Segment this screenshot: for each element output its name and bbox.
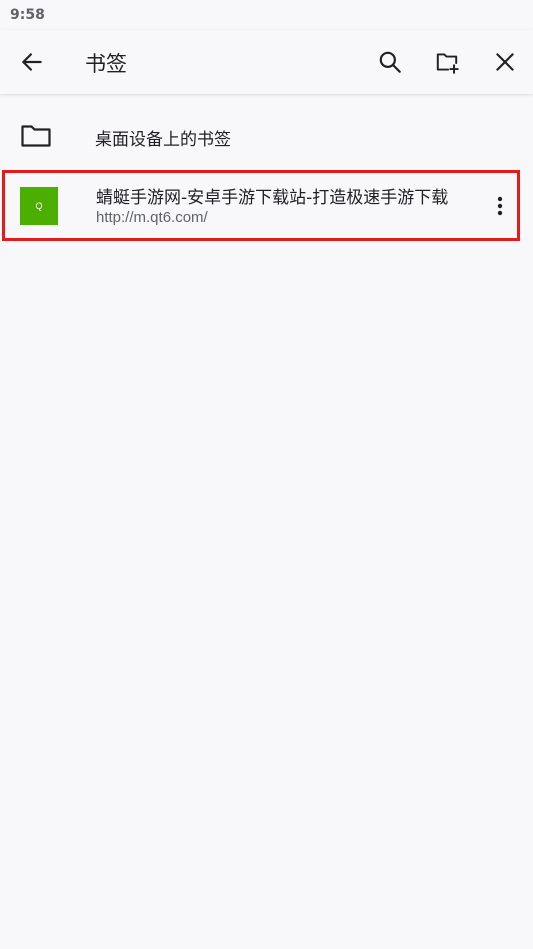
add-folder-button[interactable] <box>423 38 471 86</box>
bookmark-item[interactable]: Q 蜻蜓手游网-安卓手游下载站-打造极速手游下载 http://m.qt6.co… <box>2 170 520 241</box>
close-button[interactable] <box>481 38 529 86</box>
bookmark-list: 桌面设备上的书签 <box>0 94 533 178</box>
add-folder-icon <box>436 53 459 74</box>
status-bar: 9:58 <box>0 0 533 30</box>
bookmark-more-button[interactable] <box>485 185 515 227</box>
back-button[interactable] <box>8 38 56 86</box>
search-icon <box>379 51 401 73</box>
page-title: 书签 <box>85 52 127 76</box>
folder-icon <box>21 125 51 147</box>
app-bar: 书签 <box>0 30 533 94</box>
search-button[interactable] <box>366 38 414 86</box>
more-vert-icon <box>497 196 503 216</box>
bookmark-title: 蜻蜓手游网-安卓手游下载站-打造极速手游下载 <box>96 188 449 208</box>
status-time: 9:58 <box>10 7 45 23</box>
folder-label: 桌面设备上的书签 <box>95 130 231 150</box>
folder-item-desktop-bookmarks[interactable]: 桌面设备上的书签 <box>0 94 533 178</box>
bookmark-favicon: Q <box>20 187 58 225</box>
arrow-back-icon <box>22 53 42 71</box>
close-icon <box>496 53 514 71</box>
bookmark-url: http://m.qt6.com/ <box>96 209 208 226</box>
